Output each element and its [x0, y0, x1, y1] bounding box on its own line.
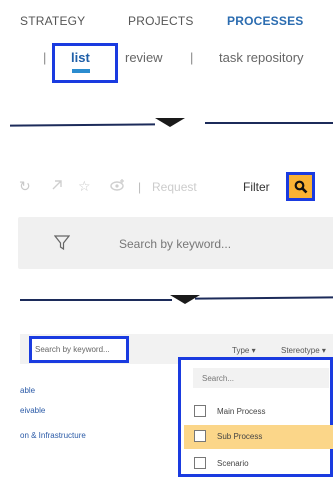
active-tab-indicator [72, 69, 90, 73]
subnav-task-repository[interactable]: task repository [219, 50, 304, 65]
table-search-input[interactable]: Search by keyword... [29, 336, 129, 363]
dropdown-option-scenario[interactable]: Scenario [184, 452, 333, 476]
divider-line [9, 123, 156, 127]
toolbar-separator: | [138, 180, 142, 194]
add-favorite-icon[interactable]: ☆ [78, 178, 91, 195]
subnav-list[interactable]: list [71, 50, 90, 65]
dropdown-option-sub-process[interactable]: Sub Process [184, 425, 333, 449]
checkbox[interactable] [194, 457, 206, 469]
nav-processes[interactable]: PROCESSES [227, 14, 304, 28]
subnav-review[interactable]: review [125, 50, 163, 65]
filter-button[interactable]: Filter [243, 180, 270, 194]
search-icon [294, 180, 307, 193]
checkbox[interactable] [194, 405, 206, 417]
refresh-icon[interactable]: ↻ [19, 178, 31, 195]
divider-line [20, 299, 172, 301]
arrow-down-icon [155, 118, 185, 127]
arrow-down-icon [170, 295, 200, 304]
divider-line [205, 122, 333, 124]
table-row[interactable]: on & Infrastructure [20, 431, 86, 440]
option-label: Scenario [217, 459, 249, 468]
nav-strategy[interactable]: STRATEGY [20, 14, 85, 28]
subnav-separator: | [43, 50, 47, 65]
dropdown-option-main-process[interactable]: Main Process [184, 400, 333, 424]
divider-line [194, 296, 333, 300]
search-button[interactable] [286, 172, 315, 201]
search-panel: Search by keyword... [18, 217, 333, 269]
nav-projects[interactable]: PROJECTS [128, 14, 194, 28]
table-row[interactable]: eivable [20, 406, 45, 415]
link-icon[interactable] [50, 178, 64, 195]
filter-funnel-icon[interactable] [53, 235, 71, 256]
stereotype-column-filter[interactable]: Stereotype ▾ [281, 346, 326, 355]
type-column-filter[interactable]: Type ▾ [232, 346, 256, 355]
table-row[interactable]: able [20, 386, 35, 395]
add-watch-icon[interactable] [110, 178, 126, 195]
option-label: Main Process [217, 407, 266, 416]
request-button[interactable]: Request [152, 180, 197, 194]
search-keyword-input[interactable]: Search by keyword... [119, 237, 231, 251]
subnav-separator: | [190, 50, 194, 65]
dropdown-search-input[interactable]: Search... [193, 368, 329, 388]
type-dropdown: Search... Main Process Sub Process Scena… [178, 357, 333, 477]
checkbox[interactable] [194, 430, 206, 442]
option-label: Sub Process [217, 432, 263, 441]
